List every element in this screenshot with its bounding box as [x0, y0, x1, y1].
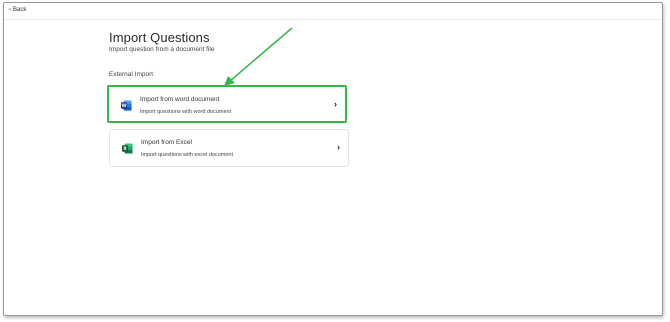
chevron-right-icon: › [337, 142, 340, 152]
import-word-title: Import from word document [140, 96, 220, 103]
svg-text:W: W [121, 103, 126, 109]
import-word-description: Import questions with word document [140, 109, 232, 115]
app-window: ‹ Back Import Questions Import question … [3, 2, 663, 316]
chevron-right-icon: › [334, 99, 337, 109]
back-label: Back [13, 7, 27, 13]
import-excel-description: Import questions with excel document [141, 152, 234, 158]
chevron-left-icon: ‹ [9, 7, 11, 13]
import-word-card[interactable]: W Import from word document Import quest… [107, 85, 347, 123]
back-button[interactable]: ‹ Back [9, 7, 26, 13]
excel-icon: X [122, 143, 133, 154]
import-excel-title: Import from Excel [141, 139, 192, 146]
page-subtitle: Import question from a document file [109, 46, 215, 53]
section-label: External Import [109, 71, 154, 78]
word-icon: W [121, 100, 132, 111]
svg-text:X: X [123, 146, 127, 152]
import-excel-card[interactable]: X Import from Excel Import questions wit… [109, 129, 349, 167]
page-title: Import Questions [109, 30, 210, 45]
top-bar: ‹ Back [4, 3, 662, 20]
